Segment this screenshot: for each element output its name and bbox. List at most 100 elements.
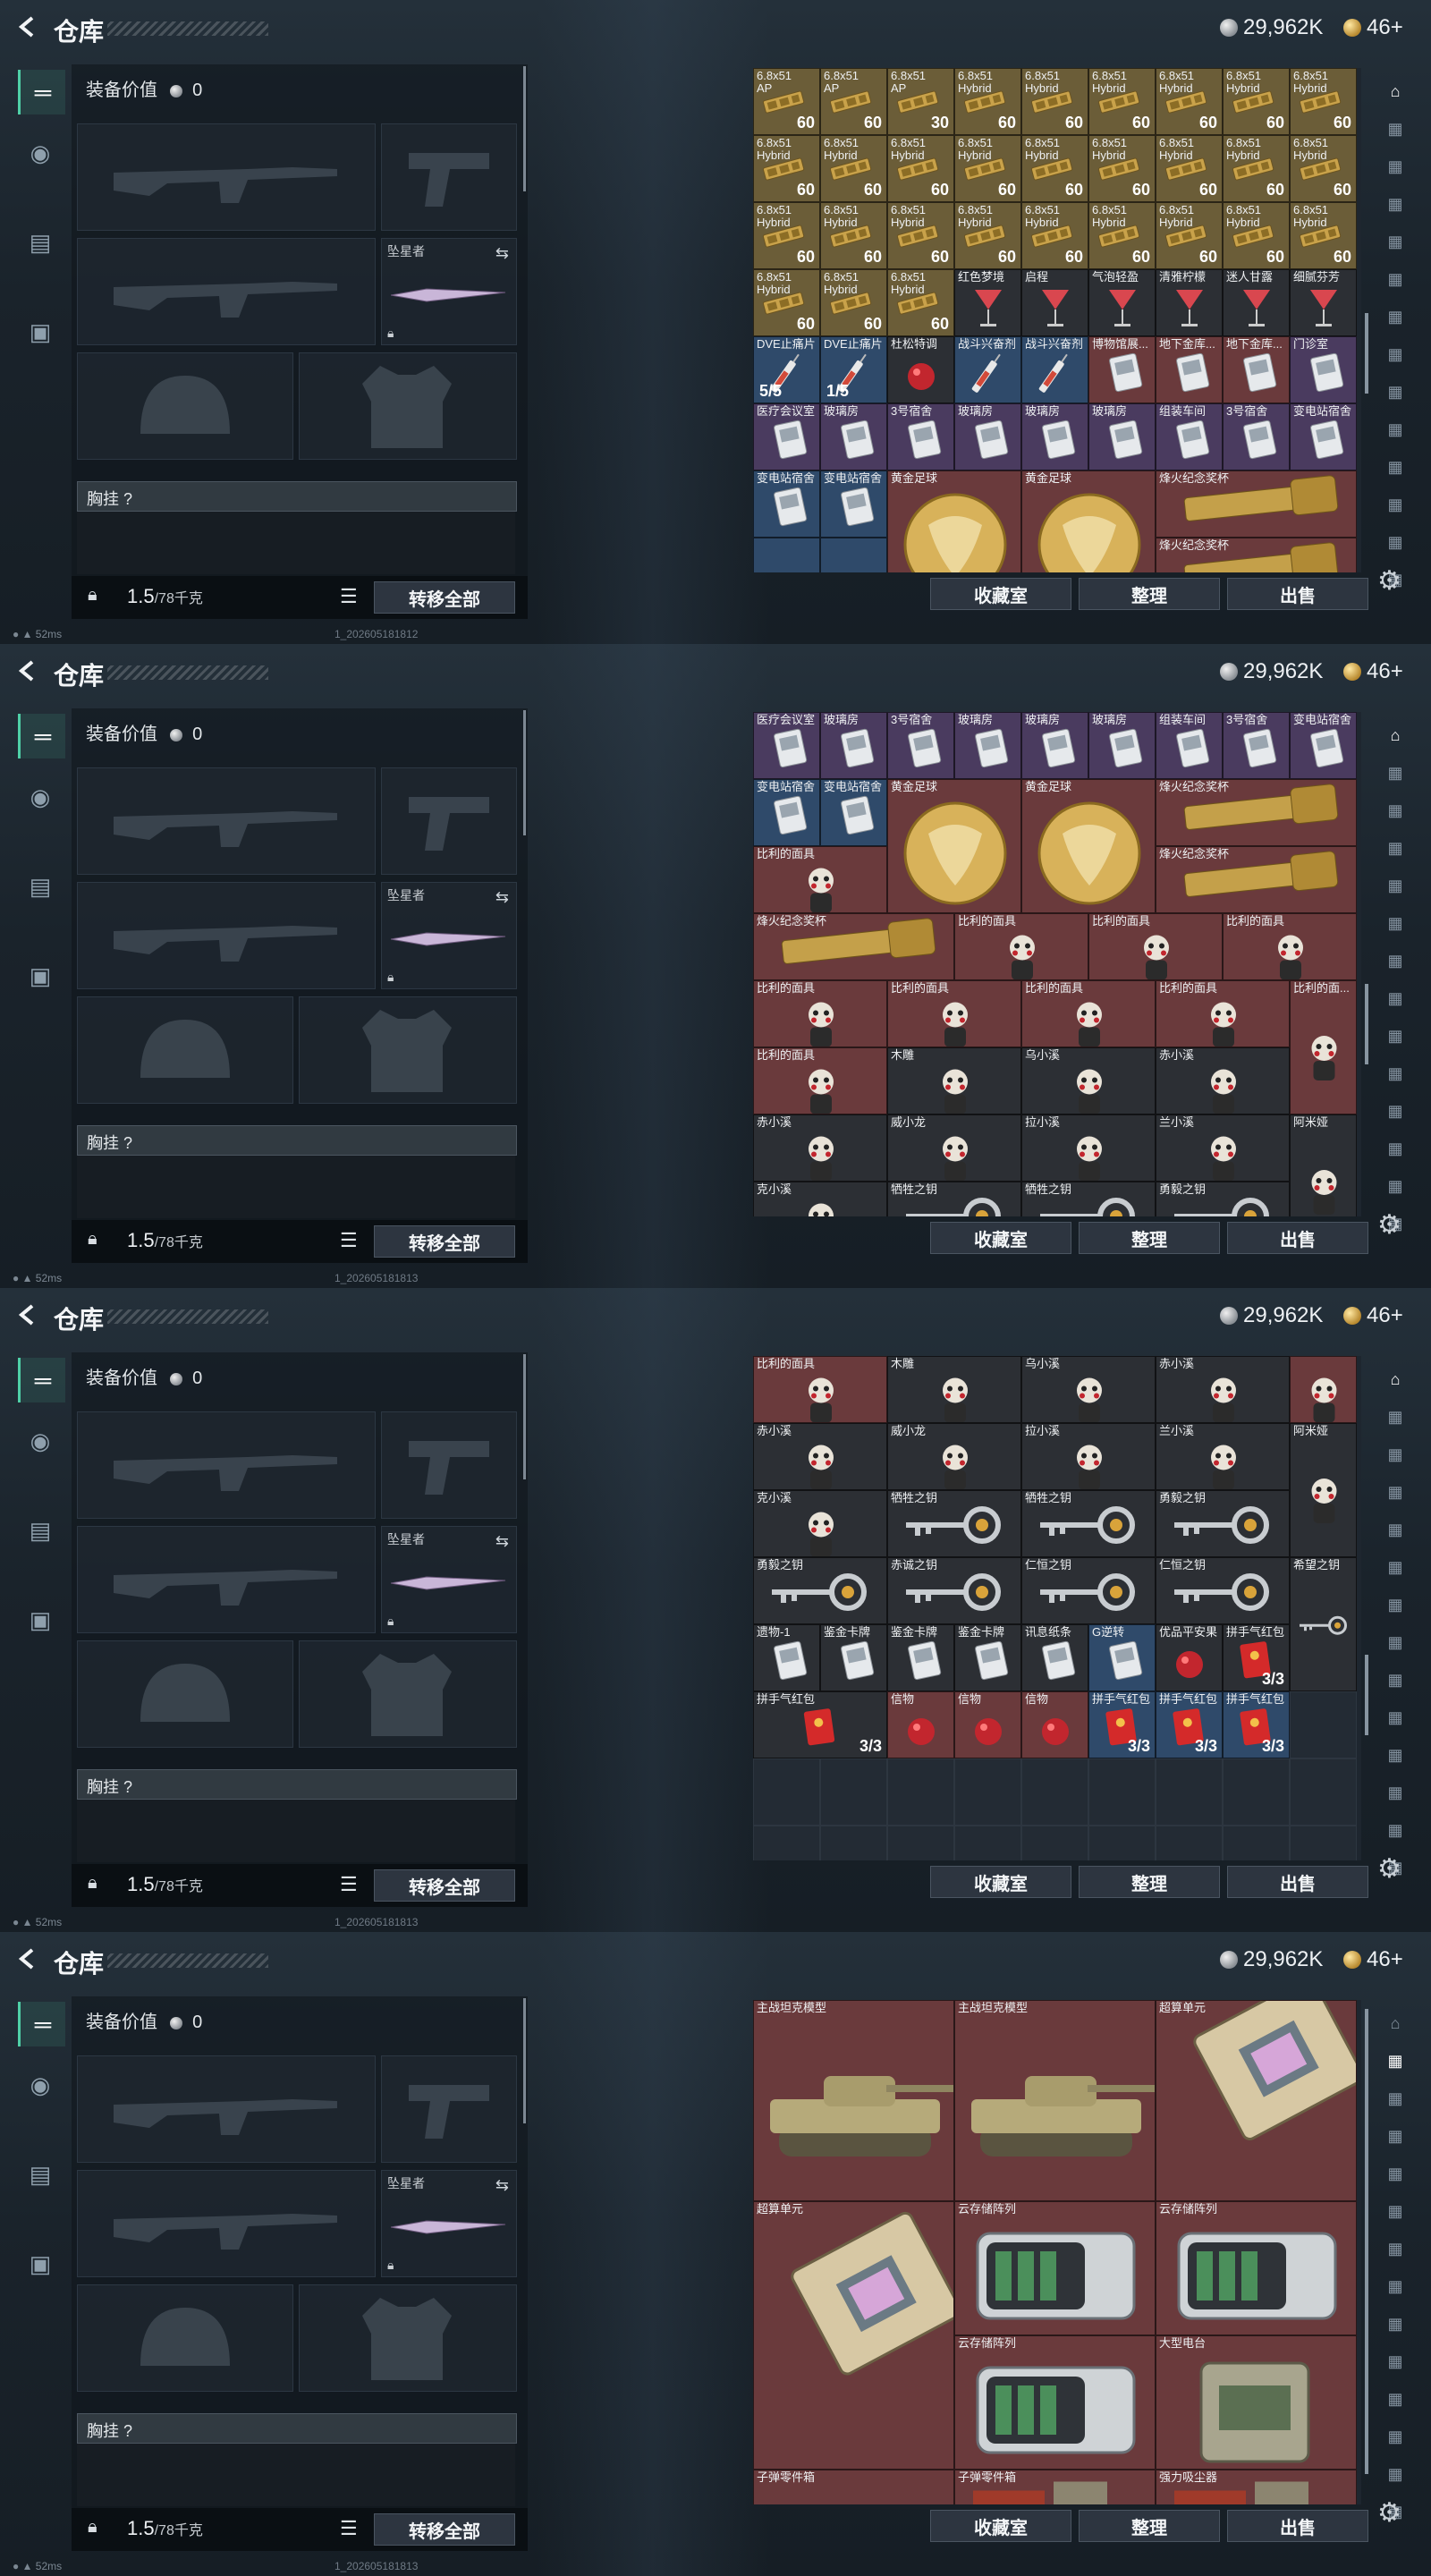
organize-button[interactable]: 整理 [1079, 2510, 1220, 2542]
stash-item[interactable]: 克小溪 [753, 1490, 887, 1557]
stash-tab-icon[interactable]: ▦ [1379, 270, 1411, 297]
lock-icon[interactable]: 🔒︎ [88, 1229, 97, 1250]
back-arrow-icon[interactable] [13, 1945, 41, 1973]
coin-balance[interactable]: 29,962K [1220, 1303, 1323, 1327]
stash-item[interactable]: 6.8x51 Hybrid 60 [753, 269, 820, 336]
stash-item[interactable]: 子弹零件箱 [954, 2470, 1156, 2504]
empty-slot[interactable] [1021, 1758, 1088, 1826]
stash-item[interactable]: 云存储阵列 [954, 2335, 1156, 2470]
armor-slot[interactable] [299, 352, 517, 460]
stash-tab-icon[interactable]: ▦ [1379, 2352, 1411, 2379]
stash-item[interactable]: 启程 [1021, 269, 1088, 336]
stash-item[interactable]: 战斗兴奋剂 [1021, 336, 1088, 403]
stash-item[interactable]: 黄金足球 [887, 779, 1021, 913]
settings-gear-icon[interactable]: ⚙︎ [1377, 1853, 1401, 1885]
coin-balance[interactable]: 29,962K [1220, 659, 1323, 683]
stash-item[interactable]: 变电站宿舍 [753, 779, 820, 846]
armor-slot[interactable] [299, 1640, 517, 1748]
stash-tab-icon[interactable]: ▦ [1379, 2202, 1411, 2229]
stash-tab-icon[interactable]: ▦ [1379, 1784, 1411, 1810]
weapon-tab[interactable]: ═ [18, 714, 65, 758]
stash-tab-icon[interactable]: ▦ [1379, 801, 1411, 828]
stash-item[interactable]: 阿米娅 [1290, 1423, 1357, 1557]
stash-item[interactable]: 门诊室 [1290, 336, 1357, 403]
stash-item[interactable]: 比利的面具 [1156, 980, 1290, 1047]
collection-room-button[interactable]: 收藏室 [930, 578, 1071, 610]
stash-item[interactable]: 气泡轻盈 [1088, 269, 1156, 336]
backpack-tab[interactable]: ▣ [18, 1597, 63, 1642]
helmet-slot[interactable] [77, 996, 293, 1104]
stash-item[interactable]: 比利的面具 [1021, 980, 1156, 1047]
stash-item[interactable]: 6.8x51 Hybrid 60 [1088, 135, 1156, 202]
stash-item[interactable]: 比利的面具 [954, 913, 1088, 980]
stash-item[interactable]: 黄金足球 [887, 470, 1021, 572]
primary-weapon-slot[interactable] [77, 2055, 376, 2163]
stash-item[interactable]: 6.8x51 Hybrid 60 [753, 135, 820, 202]
stash-item[interactable]: 拼手气红包 3/3 [1223, 1624, 1290, 1691]
stash-scrollbar[interactable] [1365, 1655, 1368, 1735]
stash-item[interactable]: 细腻芬芳 [1290, 269, 1357, 336]
empty-slot[interactable] [1290, 1758, 1357, 1826]
stash-item[interactable]: 变电站宿舍 [820, 779, 887, 846]
stash-item[interactable]: 玻璃房 [954, 712, 1021, 779]
stash-item[interactable]: 6.8x51 Hybrid 60 [1223, 68, 1290, 135]
stash-item[interactable]: 玻璃房 [1088, 403, 1156, 470]
stash-item[interactable]: 6.8x51 Hybrid 60 [1156, 135, 1223, 202]
armor-slot[interactable] [299, 2284, 517, 2392]
stash-item[interactable]: 6.8x51 Hybrid 60 [820, 202, 887, 269]
chest-rig-header[interactable]: 胸挂 ? [77, 1769, 517, 1800]
stash-tab-icon[interactable]: ▦ [1379, 383, 1411, 410]
stash-item[interactable]: 比利的面具 [753, 1047, 887, 1114]
all-items-icon[interactable]: ⌂ [1379, 2014, 1411, 2041]
coin-balance[interactable]: 29,962K [1220, 15, 1323, 39]
vest-tab[interactable]: ▤ [18, 1508, 63, 1553]
stash-item[interactable]: 烽火纪念奖杯 [753, 913, 954, 980]
all-items-icon[interactable]: ⌂ [1379, 1370, 1411, 1397]
stash-item[interactable]: 玻璃房 [1088, 712, 1156, 779]
gold-balance[interactable]: 46+ [1343, 1303, 1403, 1327]
stash-item[interactable]: 赤小溪 [753, 1423, 887, 1490]
settings-gear-icon[interactable]: ⚙︎ [1377, 565, 1401, 597]
stash-tab-icon[interactable]: ▦ [1379, 458, 1411, 485]
stash-item[interactable]: 赤小溪 [1156, 1047, 1290, 1114]
stash-item[interactable]: 迷人甘露 [1223, 269, 1290, 336]
stash-item[interactable]: 拉小溪 [1021, 1114, 1156, 1182]
swap-icon[interactable]: ⇆ [495, 2176, 509, 2195]
stash-item[interactable]: 变电站宿舍 [753, 470, 820, 538]
stash-item[interactable]: 6.8x51 Hybrid 60 [1156, 68, 1223, 135]
stash-item[interactable]: 黄金足球 [1021, 779, 1156, 913]
stash-tab-icon[interactable]: ▦ [1379, 157, 1411, 184]
stash-item[interactable] [753, 538, 820, 572]
melee-slot[interactable]: 坠星者 ⇆ 🔒︎ [381, 1526, 517, 1633]
equipment-scrollbar[interactable] [523, 1354, 526, 1479]
pistol-slot[interactable] [381, 1411, 517, 1519]
swap-icon[interactable]: ⇆ [495, 244, 509, 263]
stash-tab-icon[interactable]: ▦ [1379, 233, 1411, 259]
stash-item[interactable]: 6.8x51 Hybrid 60 [753, 202, 820, 269]
collection-room-button[interactable]: 收藏室 [930, 2510, 1071, 2542]
settings-gear-icon[interactable]: ⚙︎ [1377, 1209, 1401, 1241]
stash-item[interactable]: 6.8x51 Hybrid 60 [820, 135, 887, 202]
gold-balance[interactable]: 46+ [1343, 1947, 1403, 1971]
stash-item[interactable]: 变电站宿舍 [820, 470, 887, 538]
primary-weapon-slot[interactable] [77, 123, 376, 231]
stash-item[interactable]: 6.8x51 AP 60 [820, 68, 887, 135]
weapon-tab[interactable]: ═ [18, 1358, 65, 1402]
stash-scrollbar[interactable] [1365, 2009, 1368, 2474]
empty-slot[interactable] [753, 1758, 820, 1826]
back-arrow-icon[interactable] [13, 13, 41, 41]
stash-tab-icon[interactable]: ▦ [1379, 1064, 1411, 1091]
list-icon[interactable]: ☰ [340, 2517, 358, 2540]
stash-tab-icon[interactable]: ▦ [1379, 877, 1411, 903]
lock-icon[interactable]: 🔒︎ [88, 585, 97, 606]
empty-slot[interactable] [954, 1758, 1021, 1826]
list-icon[interactable]: ☰ [340, 1229, 358, 1252]
stash-item[interactable]: 比利的面具 [753, 1356, 887, 1423]
primary-weapon-slot[interactable] [77, 767, 376, 875]
stash-item[interactable]: 拉小溪 [1021, 1423, 1156, 1490]
stash-item[interactable]: 3号宿舍 [887, 403, 954, 470]
stash-item[interactable]: 超算单元 [753, 2201, 954, 2470]
armor-tab[interactable]: ◉ [18, 775, 63, 819]
stash-scrollbar[interactable] [1365, 984, 1368, 1064]
stash-item[interactable]: 烽火纪念奖杯 [1156, 538, 1357, 572]
